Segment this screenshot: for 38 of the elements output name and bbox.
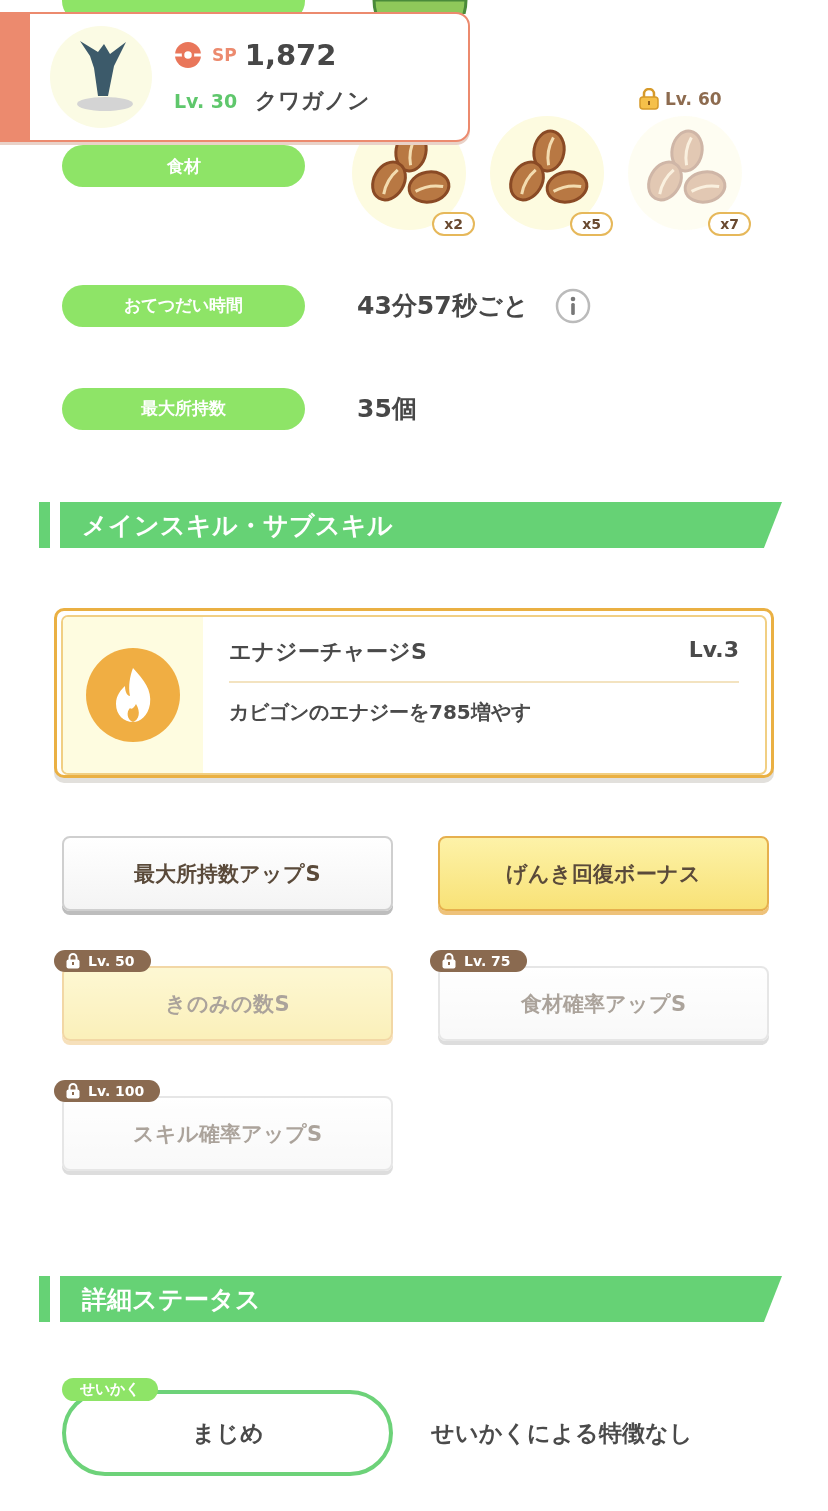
ingredients-label: 食材 bbox=[62, 145, 305, 187]
stat-value: 35個 bbox=[357, 393, 417, 425]
section-title: メインスキル・サブスキル bbox=[60, 502, 782, 548]
ingredient-count: x5 bbox=[570, 212, 613, 236]
unlock-level: Lv. 60 bbox=[639, 88, 722, 110]
unlock-level: Lv. 75 bbox=[430, 950, 527, 972]
coffee-beans-icon bbox=[627, 115, 743, 231]
poke-ball-icon bbox=[174, 41, 202, 69]
lock-icon bbox=[66, 953, 80, 969]
info-icon[interactable] bbox=[554, 287, 591, 324]
lock-icon bbox=[442, 953, 456, 969]
ingredient-count: x2 bbox=[432, 212, 475, 236]
stat-value: 43分57秒ごと bbox=[357, 290, 529, 322]
lock-icon bbox=[66, 1083, 80, 1099]
sub-skill-button[interactable]: スキル確率アップS bbox=[62, 1096, 393, 1171]
unlock-level: Lv. 100 bbox=[54, 1080, 161, 1102]
section-title: 詳細ステータス bbox=[60, 1276, 782, 1322]
flame-icon bbox=[86, 648, 180, 742]
main-skill-level: Lv.3 bbox=[688, 637, 739, 664]
nature-effect: せいかくによる特徴なし bbox=[431, 1418, 693, 1448]
pokemon-name: クワガノン bbox=[255, 87, 371, 115]
nature-tag: せいかく bbox=[62, 1378, 158, 1401]
unlock-level: Lv. 50 bbox=[54, 950, 151, 972]
section-marker bbox=[39, 1276, 50, 1322]
sub-skill-button[interactable]: 食材確率アップS bbox=[438, 966, 769, 1041]
level-text: Lv. 30 bbox=[174, 90, 238, 112]
coffee-beans-icon bbox=[489, 115, 605, 231]
ingredient-icon bbox=[372, 0, 468, 14]
sub-skill-button[interactable]: きのみの数S bbox=[62, 966, 393, 1041]
section-marker bbox=[39, 502, 50, 548]
sp-value: 1,872 bbox=[244, 38, 337, 72]
stat-label: おてつだい時間 bbox=[62, 284, 305, 327]
main-skill-name: エナジーチャージS bbox=[229, 638, 427, 666]
sp-label: SP bbox=[212, 45, 237, 65]
main-skill-description: カビゴンのエナジーを785増やす bbox=[229, 699, 532, 726]
ingredient-count: x7 bbox=[708, 212, 751, 236]
stat-label: 最大所持数 bbox=[62, 387, 305, 430]
lock-icon bbox=[639, 88, 659, 110]
